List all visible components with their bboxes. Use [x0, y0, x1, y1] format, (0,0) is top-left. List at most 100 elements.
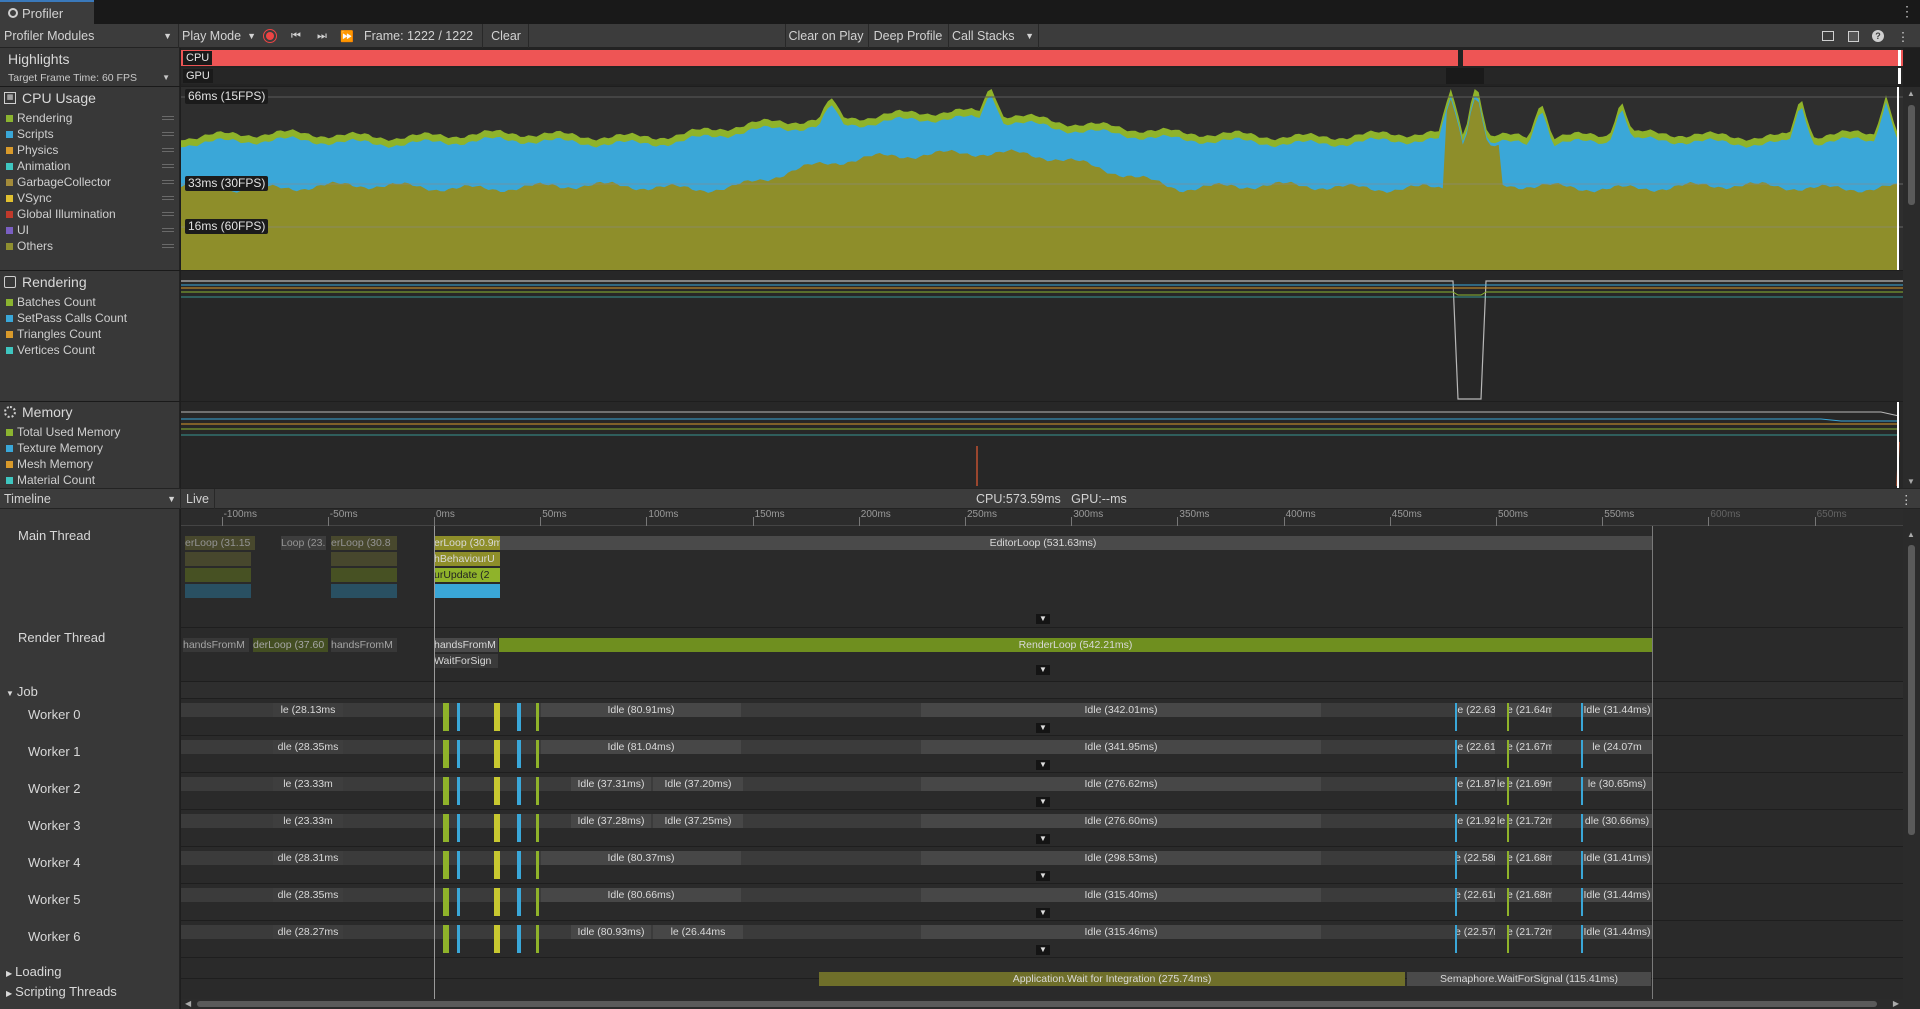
- idle-block[interactable]: Idle (81.04ms): [541, 740, 741, 754]
- job-activity-marker[interactable]: [517, 814, 521, 842]
- memory-legend-item[interactable]: Texture Memory: [6, 440, 103, 456]
- rendering-module[interactable]: Rendering: [0, 272, 180, 292]
- drag-handle-icon[interactable]: [162, 228, 174, 232]
- scroll-up-icon[interactable]: ▲: [1907, 530, 1915, 539]
- worker-background-block[interactable]: [181, 814, 1652, 828]
- job-activity-marker[interactable]: [494, 740, 500, 768]
- job-activity-marker[interactable]: [536, 703, 539, 731]
- expand-icon[interactable]: ▼: [1036, 834, 1050, 844]
- job-activity-marker[interactable]: [494, 851, 500, 879]
- idle-block[interactable]: Idle (80.93ms): [571, 925, 651, 939]
- job-activity-marker[interactable]: [1455, 740, 1457, 768]
- editor-loop-block[interactable]: EditorLoop (531.63ms): [434, 536, 1652, 550]
- prev-frame-block[interactable]: handsFromM: [331, 638, 397, 652]
- job-activity-marker[interactable]: [457, 740, 460, 768]
- job-activity-marker[interactable]: [1507, 814, 1509, 842]
- job-activity-marker[interactable]: [536, 740, 539, 768]
- idle-block[interactable]: Idle (276.62ms): [921, 777, 1321, 791]
- job-activity-marker[interactable]: [443, 814, 449, 842]
- job-activity-marker[interactable]: [536, 777, 539, 805]
- prev-frame-block[interactable]: derLoop (37.60: [253, 638, 328, 652]
- timeline-hscroll-thumb[interactable]: [197, 1001, 1877, 1007]
- job-activity-marker[interactable]: [1455, 925, 1457, 953]
- idle-block[interactable]: e (21.64m: [1507, 703, 1552, 717]
- idle-block[interactable]: Idle (80.66ms): [541, 888, 741, 902]
- job-activity-marker[interactable]: [517, 777, 521, 805]
- worker-background-block[interactable]: [181, 851, 1652, 865]
- timeline-horizontal-scrollbar[interactable]: ◀ ▶: [181, 999, 1903, 1009]
- prev-idle-block[interactable]: le (23.33m: [273, 814, 343, 828]
- hands-from-block[interactable]: handsFromM: [434, 638, 498, 652]
- expand-icon[interactable]: ▼: [1036, 614, 1050, 624]
- render-thread-label[interactable]: Render Thread: [18, 630, 198, 645]
- worker-background-block[interactable]: [181, 925, 1652, 939]
- expand-icon[interactable]: ▼: [1036, 665, 1050, 675]
- clear-on-play-toggle[interactable]: Clear on Play: [786, 24, 866, 48]
- play-mode-dropdown[interactable]: Play Mode ▼: [182, 24, 256, 48]
- cpu-legend-item[interactable]: UI: [6, 222, 29, 238]
- toolbar-menu-icon[interactable]: ⋮: [1895, 24, 1911, 48]
- prev-frame-block[interactable]: [331, 584, 397, 598]
- job-activity-marker[interactable]: [1581, 888, 1583, 916]
- idle-block[interactable]: Idle (31.44ms): [1582, 925, 1652, 939]
- worker-background-block[interactable]: [181, 888, 1652, 902]
- job-activity-marker[interactable]: [1581, 777, 1583, 805]
- cpu-legend-item[interactable]: VSync: [6, 190, 52, 206]
- expand-icon[interactable]: ▼: [1036, 945, 1050, 955]
- first-frame-button[interactable]: ⏮: [286, 24, 306, 48]
- job-activity-marker[interactable]: [1581, 740, 1583, 768]
- idle-block[interactable]: e (21.67m: [1507, 740, 1552, 754]
- clear-button[interactable]: Clear: [486, 24, 526, 48]
- prev-frame-block[interactable]: erLoop (31.15: [185, 536, 255, 550]
- cpu-legend-item[interactable]: Physics: [6, 142, 58, 158]
- expand-icon[interactable]: ▼: [1036, 797, 1050, 807]
- job-activity-marker[interactable]: [1455, 777, 1457, 805]
- job-activity-marker[interactable]: [1507, 777, 1509, 805]
- idle-block[interactable]: le (26.44ms: [653, 925, 743, 939]
- cpu-legend-item[interactable]: Scripts: [6, 126, 54, 142]
- job-activity-marker[interactable]: [1455, 814, 1457, 842]
- idle-block[interactable]: Idle (37.31ms): [571, 777, 651, 791]
- idle-block[interactable]: e (22.57m: [1455, 925, 1495, 939]
- semaphore-wait-block[interactable]: Semaphore.WaitForSignal (115.41ms): [1407, 972, 1651, 986]
- drag-handle-icon[interactable]: [162, 244, 174, 248]
- rendering-chart[interactable]: [181, 271, 1903, 401]
- idle-block[interactable]: e (22.61m: [1455, 888, 1495, 902]
- job-activity-marker[interactable]: [443, 851, 449, 879]
- job-activity-marker[interactable]: [536, 925, 539, 953]
- update-block[interactable]: urUpdate (2: [434, 568, 500, 582]
- next-frame-button[interactable]: ⏭: [312, 24, 332, 48]
- window-menu-icon[interactable]: ⋮: [1900, 3, 1914, 20]
- job-activity-marker[interactable]: [1507, 888, 1509, 916]
- er-loop-block[interactable]: erLoop (30.9ms): [434, 536, 500, 550]
- job-activity-marker[interactable]: [1455, 851, 1457, 879]
- cpu-legend-item[interactable]: Animation: [6, 158, 70, 174]
- cpu-legend-item[interactable]: Others: [6, 238, 53, 254]
- scroll-left-icon[interactable]: ◀: [185, 999, 191, 1009]
- expand-icon[interactable]: ▼: [1036, 760, 1050, 770]
- loading-group[interactable]: ▶ Loading: [6, 964, 186, 979]
- idle-block[interactable]: e (22.58m: [1455, 851, 1495, 865]
- idle-block[interactable]: Idle (341.95ms): [921, 740, 1321, 754]
- script-block[interactable]: [434, 584, 500, 598]
- job-activity-marker[interactable]: [443, 777, 449, 805]
- expand-icon[interactable]: ▼: [1036, 871, 1050, 881]
- idle-block[interactable]: Idle (31.44ms): [1582, 888, 1652, 902]
- job-activity-marker[interactable]: [1507, 925, 1509, 953]
- timeline-scrollbar-thumb[interactable]: [1908, 545, 1915, 835]
- prev-idle-block[interactable]: le (28.13ms: [273, 703, 343, 717]
- job-activity-marker[interactable]: [443, 888, 449, 916]
- record-button[interactable]: [260, 24, 280, 48]
- job-activity-marker[interactable]: [457, 851, 460, 879]
- idle-block[interactable]: Idle (37.25ms): [653, 814, 743, 828]
- highlights-chart[interactable]: CPU GPU: [181, 48, 1903, 86]
- prev-frame-block[interactable]: [185, 568, 251, 582]
- idle-block[interactable]: Idle (315.40ms): [921, 888, 1321, 902]
- main-thread-label[interactable]: Main Thread: [18, 528, 198, 543]
- timeline-view[interactable]: -100ms -50ms 0ms 50ms 100ms 150ms 200ms 250ms 30…: [181, 509, 1903, 999]
- drag-handle-icon[interactable]: [162, 196, 174, 200]
- job-activity-marker[interactable]: [494, 925, 500, 953]
- idle-block[interactable]: Idle (31.41ms): [1582, 851, 1652, 865]
- drag-handle-icon[interactable]: [162, 148, 174, 152]
- target-frame-time-dropdown[interactable]: Target Frame Time: 60 FPS ▼: [0, 70, 180, 86]
